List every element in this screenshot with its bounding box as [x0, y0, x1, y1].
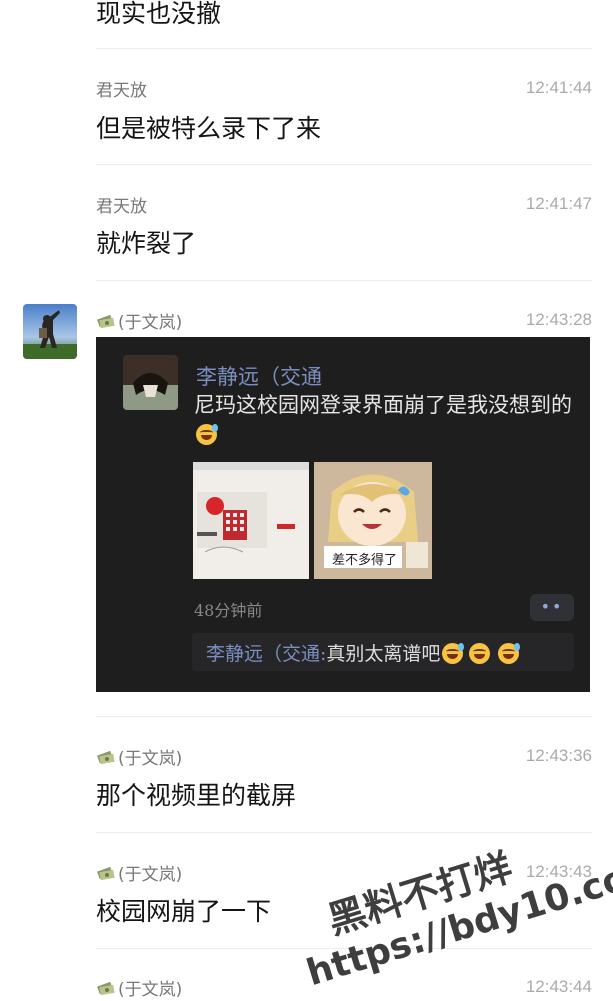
sender-name: 君天放 — [96, 81, 147, 101]
message-time: 12:43:36 — [525, 746, 592, 765]
divider — [96, 164, 592, 165]
divider — [96, 832, 592, 833]
message-text: 那个视频里的截屏 — [96, 781, 297, 810]
message-text: 就炸裂了 — [96, 229, 197, 258]
quoted-sender-name: 李静远（交通 — [196, 365, 322, 389]
message-text: 但是被特么录下了来 — [96, 114, 322, 143]
sender-label: (于文岚) — [118, 313, 183, 333]
sweat-smile-icon — [498, 643, 521, 664]
quoted-time: 48分钟前 — [194, 601, 263, 620]
message-time: 12:43:43 — [525, 862, 592, 881]
more-button[interactable]: •• — [530, 594, 574, 621]
message-time: 12:43:28 — [525, 310, 592, 329]
sender-name: (于文岚) — [96, 744, 182, 769]
money-icon — [96, 750, 116, 765]
sender-label: (于文岚) — [118, 865, 183, 885]
sender-name: (于文岚) — [96, 308, 182, 333]
image-thumbnail[interactable] — [193, 462, 309, 579]
sender-label: (于文岚) — [118, 980, 183, 1000]
divider — [96, 48, 592, 49]
reply-box[interactable]: 李静远（交通:真别太离谱吧 — [192, 633, 574, 671]
message-time: 12:41:47 — [525, 194, 592, 213]
divider — [96, 716, 592, 717]
message-time: 12:43:44 — [525, 977, 592, 996]
sticker-caption: 差不多得了 — [332, 553, 398, 568]
quoted-avatar — [123, 355, 178, 410]
divider — [96, 948, 592, 949]
sticker-thumbnail[interactable]: 差不多得了 — [314, 462, 432, 579]
money-icon — [96, 981, 116, 996]
sender-name: (于文岚) — [96, 860, 182, 885]
sweat-smile-icon — [196, 424, 218, 445]
grin-icon — [469, 643, 491, 664]
message-time: 12:41:44 — [525, 78, 592, 97]
money-icon — [96, 866, 116, 881]
quoted-text: 尼玛这校园网登录界面崩了是我没想到的 — [194, 391, 574, 449]
avatar[interactable] — [23, 304, 77, 359]
money-icon — [96, 314, 116, 329]
shared-screenshot-image[interactable]: 李静远（交通 尼玛这校园网登录界面崩了是我没想到的 差不多得了 48分钟前 ••… — [96, 337, 590, 692]
sweat-smile-icon — [442, 643, 465, 664]
sender-name: (于文岚) — [96, 975, 182, 1000]
sender-name: 君天放 — [96, 197, 147, 217]
sender-label: (于文岚) — [118, 749, 183, 769]
message-text: 校园网崩了一下 — [96, 897, 272, 926]
divider — [96, 280, 592, 281]
watermark-text: 黑料不打烊 — [322, 845, 518, 943]
message-text: 现实也没撤 — [96, 0, 222, 28]
reply-content: 李静远（交通:真别太离谱吧 — [206, 639, 521, 666]
